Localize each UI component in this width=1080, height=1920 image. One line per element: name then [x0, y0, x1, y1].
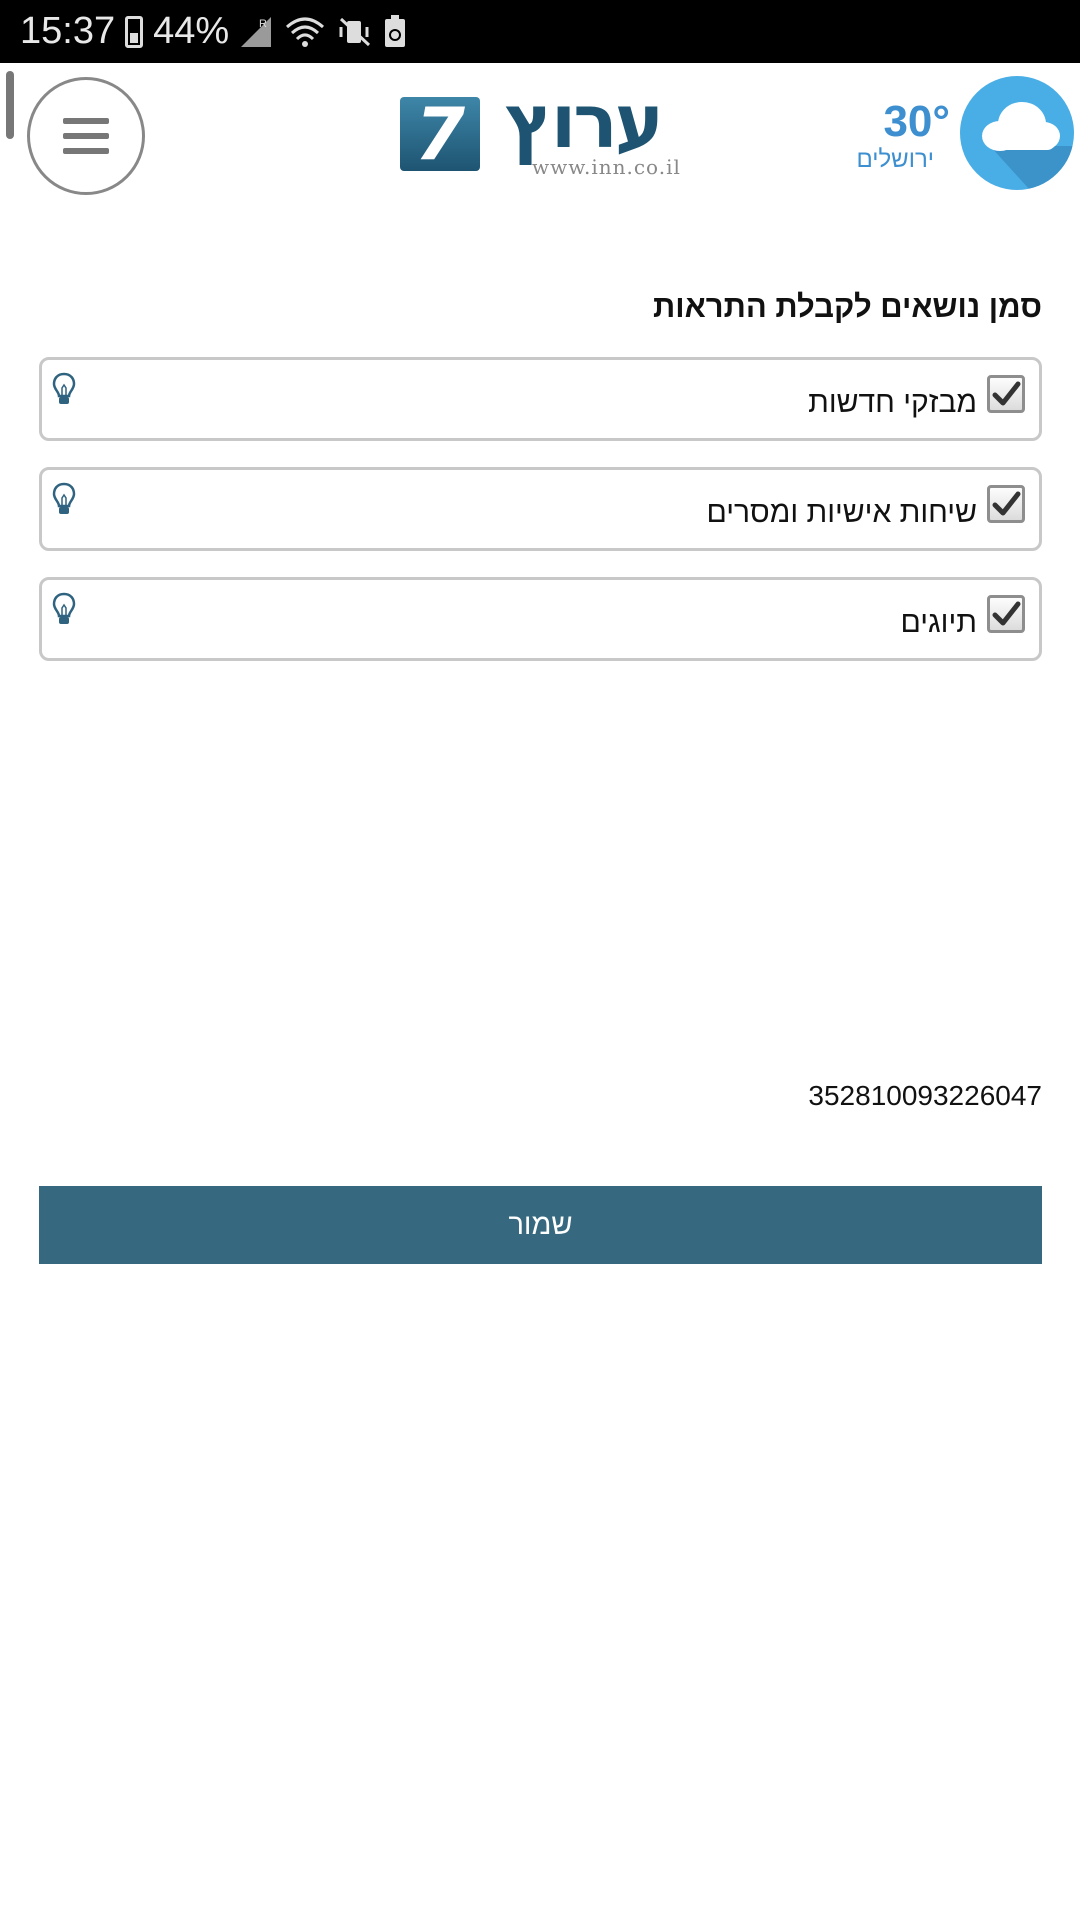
lightbulb-icon[interactable] — [52, 482, 76, 518]
signal-roaming-icon: R — [241, 16, 272, 47]
lightbulb-icon[interactable] — [52, 592, 76, 628]
svg-text:R: R — [259, 18, 267, 30]
wifi-icon — [286, 17, 325, 47]
arutz7-logo[interactable]: 7 ערוץ www.inn.co.il — [400, 85, 684, 183]
topic-label: מבזקי חדשות — [808, 386, 977, 419]
cloud-icon — [960, 76, 1074, 190]
topic-checkbox[interactable] — [987, 595, 1025, 633]
page-title: סמן נושאים לקבלת התראות — [652, 289, 1042, 324]
lightbulb-icon[interactable] — [52, 372, 76, 408]
topic-label: שיחות אישיות ומסרים — [706, 496, 977, 529]
checkmark-icon — [992, 601, 1021, 626]
topic-checkbox[interactable] — [987, 485, 1025, 523]
save-button[interactable]: שמור — [39, 1186, 1042, 1264]
weather-temperature: 30° — [883, 97, 950, 146]
topic-label: תיוגים — [900, 606, 977, 639]
battery-icon — [125, 15, 144, 48]
scrollbar[interactable] — [6, 71, 14, 139]
logo-hebrew-text: ערוץ — [504, 79, 664, 165]
menu-button[interactable] — [27, 77, 145, 195]
device-id-text: 352810093226047 — [808, 1080, 1042, 1111]
logo-number: 7 — [400, 97, 480, 171]
vibrate-mute-icon — [339, 17, 371, 46]
status-bar: 15:37 44% R — [0, 0, 1080, 63]
checkmark-icon — [992, 491, 1021, 516]
weather-widget[interactable]: 30° ירושלים — [856, 76, 1080, 192]
weather-city: ירושלים — [856, 146, 934, 173]
logo-url: www.inn.co.il — [532, 155, 681, 179]
status-bar-left: 15:37 44% R — [20, 8, 407, 55]
status-time: 15:37 — [20, 10, 116, 52]
topic-checkbox[interactable] — [987, 375, 1025, 413]
topic-row-personal-messages[interactable]: שיחות אישיות ומסרים — [39, 467, 1042, 551]
hamburger-menu-icon — [63, 118, 109, 154]
battery-saver-icon — [385, 14, 406, 47]
battery-percent: 44% — [153, 10, 230, 52]
topic-row-tags[interactable]: תיוגים — [39, 577, 1042, 661]
checkmark-icon — [992, 381, 1021, 406]
topic-row-breaking-news[interactable]: מבזקי חדשות — [39, 357, 1042, 441]
